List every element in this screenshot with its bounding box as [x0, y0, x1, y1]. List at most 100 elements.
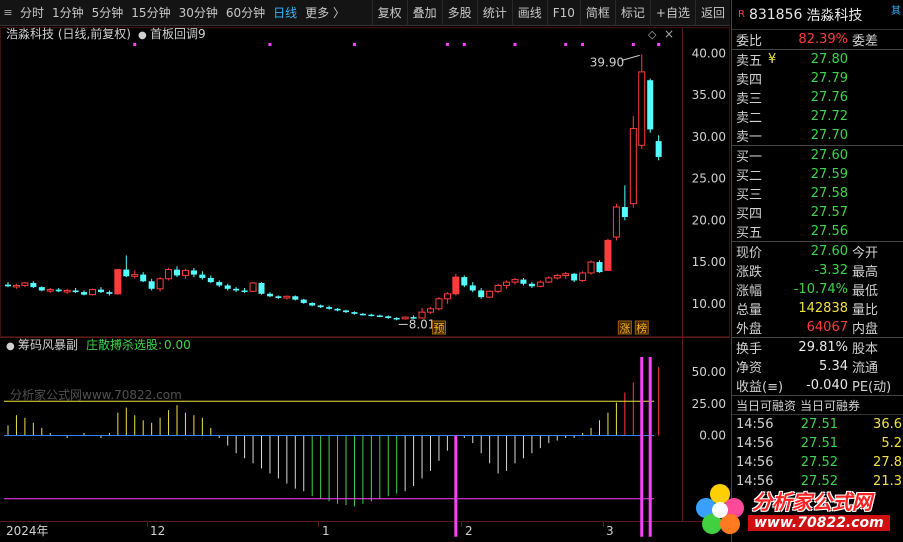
tab-1min[interactable]: 1分钟 [48, 0, 88, 26]
logo-title: 分析家公式网 [752, 490, 872, 514]
f10-button[interactable]: F10 [546, 0, 580, 26]
candle [317, 304, 324, 308]
badge-zhang: 涨 [617, 320, 632, 335]
candle [368, 313, 375, 317]
candle [174, 266, 180, 278]
draw-line-button[interactable]: 画线 [511, 0, 547, 26]
signal-dot [352, 43, 356, 46]
back-button[interactable]: 返回 [694, 0, 730, 26]
candle [283, 295, 291, 300]
tab-30min[interactable]: 30分钟 [175, 0, 222, 26]
svg-text:榜: 榜 [636, 321, 647, 335]
candle [216, 280, 223, 288]
tab-fenshi[interactable]: 分时 [16, 0, 48, 26]
bid-row[interactable]: 买三 27.58 [732, 184, 903, 203]
stats-button[interactable]: 统计 [476, 0, 512, 26]
fundamental-stats: 换手 29.81% 股本 净资 5.34 流通 收益(≡) -0.040 PE(动) [732, 337, 903, 395]
signal-dot [445, 43, 449, 46]
signal-dot [581, 43, 585, 46]
stock-header: R 831856 浩淼科技 其 [732, 0, 903, 30]
price-tick: 10.00 [692, 297, 726, 311]
candle [376, 314, 383, 318]
mark-button[interactable]: 标记 [614, 0, 650, 26]
bid-row[interactable]: 买四 27.57 [732, 203, 903, 222]
bid-row[interactable]: 买五 27.56 [732, 222, 903, 241]
signal-spikes [454, 357, 652, 537]
sub-indicator-name[interactable]: 筹码风暴副 [18, 338, 78, 352]
ask-row[interactable]: 卖四 27.79 [732, 69, 903, 88]
time-label: 3 [606, 524, 614, 538]
ask-row[interactable]: 卖五 ¥27.80 [732, 50, 903, 69]
candle [520, 277, 527, 286]
candle [562, 272, 570, 279]
signal-dot [133, 43, 137, 46]
bid-book: 买一 27.60 买二 27.59 买三 27.58 买四 27.57 买五 27.56 [732, 145, 903, 241]
multi-stock-button[interactable]: 多股 [441, 0, 477, 26]
app-window: ≡ 分时 1分钟 5分钟 15分钟 30分钟 60分钟 日线 更多 〉 复权 叠… [0, 0, 903, 542]
tab-daily[interactable]: 日线 [269, 0, 301, 26]
formula-value: 0.00 [164, 338, 191, 352]
chart-title: 浩淼科技 (日线,前复权) [6, 27, 131, 41]
candle [30, 281, 37, 288]
price-tick: 30.00 [692, 130, 726, 144]
bid-row[interactable]: 买一 27.60 [732, 146, 903, 165]
low-price-label: 8.01 [409, 317, 436, 331]
corner-tag[interactable]: 其 [891, 2, 901, 17]
candle [275, 295, 282, 299]
svg-text:预: 预 [433, 322, 444, 335]
bid-row[interactable]: 买二 27.59 [732, 165, 903, 184]
candle [249, 282, 257, 293]
close-icon[interactable]: × [664, 27, 674, 41]
signal-markers [133, 43, 661, 46]
simple-frame-button[interactable]: 简框 [579, 0, 615, 26]
candle [63, 288, 71, 294]
kline-chart[interactable]: 浩淼科技 (日线,前复权) ● 首板回调9 ◇ × 40.00 35.00 30… [0, 27, 730, 542]
candle [469, 282, 476, 293]
badge-yu: 预 [431, 320, 446, 335]
candle [97, 287, 104, 293]
candle [647, 78, 654, 133]
candle [486, 290, 494, 298]
tab-5min[interactable]: 5分钟 [88, 0, 128, 26]
add-watchlist-button[interactable]: +自选 [649, 0, 695, 26]
candle [292, 295, 299, 301]
tab-15min[interactable]: 15分钟 [127, 0, 174, 26]
candle [258, 282, 265, 295]
time-label: 12 [150, 524, 165, 538]
signal-dot [564, 43, 568, 46]
stock-code: 831856 [748, 6, 803, 23]
candle [148, 278, 155, 291]
ask-row[interactable]: 卖一 27.70 [732, 126, 903, 145]
candle [443, 292, 451, 304]
candle [393, 317, 400, 321]
candle [21, 282, 29, 288]
candle [494, 283, 502, 293]
candle [359, 312, 366, 316]
overlay-button[interactable]: 叠加 [406, 0, 442, 26]
ask-row[interactable]: 卖三 27.76 [732, 88, 903, 107]
indicator-dot-icon: ● [138, 30, 147, 41]
candle [241, 287, 248, 293]
candle [587, 260, 595, 275]
candle [385, 315, 392, 319]
candle-series [5, 54, 662, 321]
tab-more[interactable]: 更多 〉 [301, 0, 349, 26]
diamond-icon[interactable]: ◇ [648, 28, 657, 41]
formula-label: 庄散搏杀选股: [86, 337, 162, 352]
candle [233, 287, 240, 293]
candle [536, 280, 544, 288]
candle [106, 290, 113, 296]
candle [435, 297, 443, 311]
candle [38, 286, 45, 292]
candle [207, 275, 214, 283]
candle [621, 185, 628, 221]
adjust-button[interactable]: 复权 [371, 0, 407, 26]
candle [165, 267, 173, 281]
candle [190, 267, 197, 278]
tab-60min[interactable]: 60分钟 [222, 0, 269, 26]
indicator-name[interactable]: 首板回调9 [150, 27, 206, 41]
menu-icon[interactable]: ≡ [0, 0, 16, 26]
candle [326, 305, 333, 310]
ask-row[interactable]: 卖二 27.72 [732, 107, 903, 126]
stat-row: 净资 5.34 流通 [736, 359, 879, 376]
